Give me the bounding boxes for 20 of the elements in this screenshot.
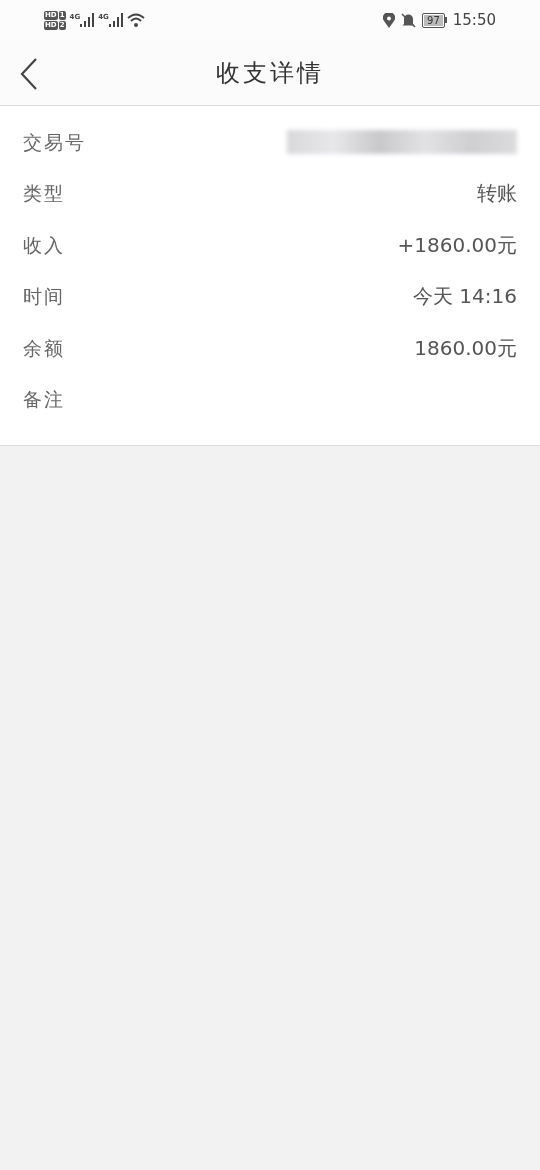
back-icon bbox=[20, 58, 38, 90]
row-label: 收入 bbox=[23, 232, 65, 258]
signal-icon bbox=[108, 13, 123, 27]
row-value: 转账 bbox=[477, 180, 517, 208]
row-label: 余额 bbox=[23, 335, 65, 361]
row-value: 今天 14:16 bbox=[413, 283, 517, 311]
row-label: 备注 bbox=[23, 387, 65, 412]
battery-icon: 97 bbox=[422, 12, 447, 28]
back-button[interactable] bbox=[18, 56, 40, 92]
row-label: 时间 bbox=[23, 284, 65, 309]
location-icon bbox=[383, 12, 396, 28]
row-value: +1860.00元 bbox=[397, 231, 517, 259]
muted-bell-icon bbox=[401, 12, 417, 28]
page-title: 收支详情 bbox=[216, 57, 324, 89]
row-label: 交易号 bbox=[23, 129, 86, 155]
row-value: 1860.00元 bbox=[414, 334, 517, 362]
signal-icon bbox=[80, 13, 95, 27]
wifi-icon bbox=[126, 12, 145, 28]
row-label: 类型 bbox=[23, 181, 65, 206]
clock-time: 15:50 bbox=[452, 9, 496, 31]
